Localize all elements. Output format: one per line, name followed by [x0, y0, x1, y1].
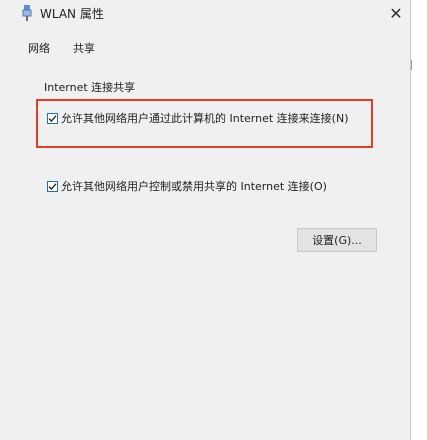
allow-control-option[interactable]: 允许其他网络用户控制或禁用共享的 Internet 连接(O)	[47, 178, 327, 194]
background-window-edge	[410, 0, 427, 440]
settings-button[interactable]: 设置(G)...	[297, 228, 377, 252]
checkmark-icon	[48, 182, 57, 190]
allow-connect-option[interactable]: 允许其他网络用户通过此计算机的 Internet 连接来连接(N)	[47, 110, 348, 126]
allow-connect-checkbox[interactable]	[47, 112, 58, 124]
tab-network[interactable]: 网络	[28, 40, 50, 56]
allow-connect-label: 允许其他网络用户通过此计算机的 Internet 连接来连接(N)	[61, 112, 349, 125]
tab-sharing[interactable]: 共享	[73, 40, 95, 56]
properties-dialog: WLAN 属性 ✕ 网络 共享 Internet 连接共享 允许其他网络用户通过…	[0, 0, 410, 440]
allow-control-checkbox[interactable]	[47, 180, 58, 192]
close-button[interactable]: ✕	[386, 3, 406, 23]
title-bar: WLAN 属性 ✕	[0, 0, 410, 26]
allow-control-label: 允许其他网络用户控制或禁用共享的 Internet 连接(O)	[61, 180, 327, 193]
wlan-adapter-icon	[22, 5, 32, 21]
close-icon: ✕	[389, 3, 403, 23]
checkmark-icon	[48, 114, 57, 122]
internet-connection-sharing-heading: Internet 连接共享	[44, 81, 136, 94]
window-title: WLAN 属性	[40, 7, 104, 21]
